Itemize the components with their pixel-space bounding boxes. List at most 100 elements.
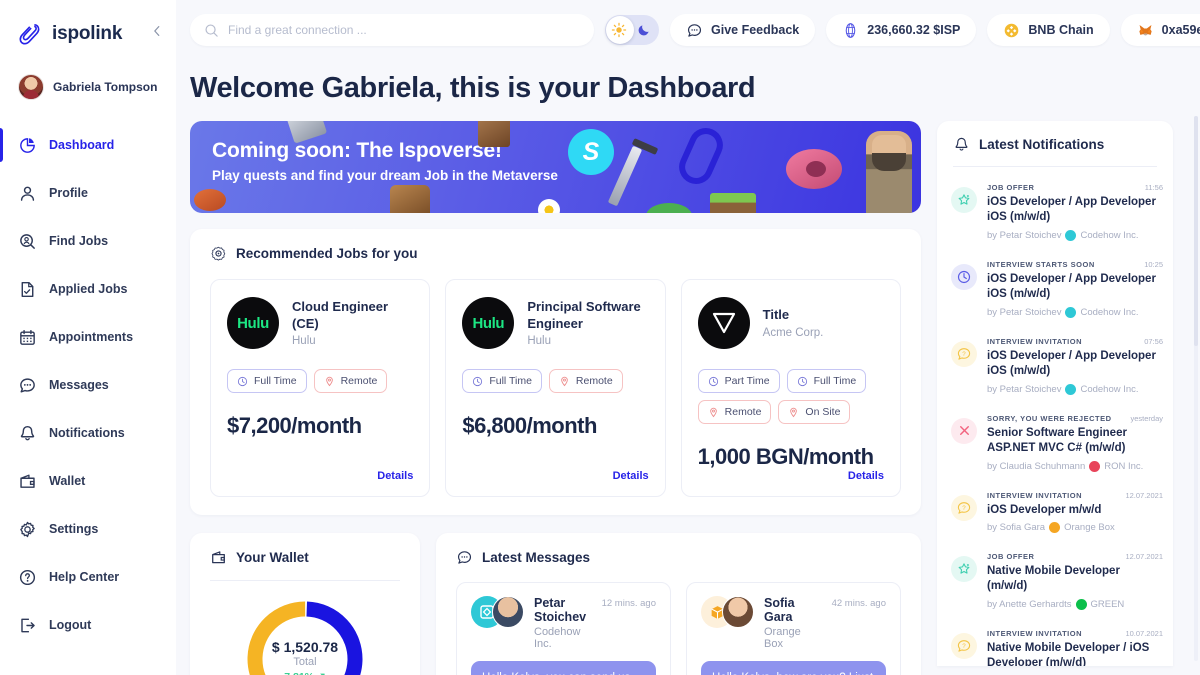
notification-author: by Sofia Gara: [987, 522, 1046, 534]
clock-icon: [708, 376, 718, 386]
wallet-address-chip[interactable]: 0xa59eE..F25a: [1120, 14, 1200, 46]
card-title: Latest Notifications: [979, 137, 1105, 152]
message-company: Codehow Inc.: [534, 626, 581, 650]
notification-item[interactable]: JOB OFFER 11:56 iOS Developer / App Deve…: [951, 173, 1163, 250]
notifications-scrollbar[interactable]: [1194, 116, 1198, 661]
chat-bubble-icon: [457, 551, 472, 564]
sidebar-item-label: Applied Jobs: [49, 282, 128, 296]
notification-company: RON Inc.: [1104, 460, 1144, 472]
sidebar-item-wallet[interactable]: Wallet: [0, 462, 176, 500]
notification-body: SORRY, YOU WERE REJECTED yesterday Senio…: [987, 414, 1163, 472]
sidebar-item-label: Messages: [49, 378, 109, 392]
network-chip[interactable]: BNB Chain: [987, 14, 1110, 46]
notification-head: INTERVIEW INVITATION 07:56: [987, 337, 1163, 346]
notification-item[interactable]: ? INTERVIEW INVITATION 10.07.2021 Native…: [951, 619, 1163, 666]
job-card[interactable]: Title Acme Corp. Part Time Full Time Rem…: [680, 279, 901, 497]
token-balance-chip[interactable]: 236,660.32 $ISP: [826, 14, 977, 46]
scrollbar-thumb[interactable]: [1194, 116, 1198, 346]
sidebar-item-profile[interactable]: Profile: [0, 174, 176, 212]
job-details-link[interactable]: Details: [848, 470, 884, 482]
sidebar-item-applied-jobs[interactable]: Applied Jobs: [0, 270, 176, 308]
job-title: Cloud Engineer (CE): [292, 299, 389, 331]
job-tag-label: Full Time: [489, 375, 532, 387]
target-badge-icon: [211, 246, 226, 261]
brand-name: ispolink: [52, 22, 123, 44]
notification-company: Codehow Inc.: [1080, 229, 1139, 241]
wallet-header: Your Wallet: [190, 533, 420, 566]
notification-title: iOS Developer / App Developer iOS (m/w/d…: [987, 349, 1156, 377]
job-card[interactable]: Hulu Cloud Engineer (CE) Hulu Full Time …: [210, 279, 431, 497]
banner-s-badge: S: [568, 129, 614, 175]
sidebar-collapse-button[interactable]: [148, 22, 166, 40]
message-card[interactable]: Sofia Gara Orange Box 42 mins. ago Hello…: [686, 582, 901, 675]
sidebar-item-appointments[interactable]: Appointments: [0, 318, 176, 356]
sidebar-item-find-jobs[interactable]: Find Jobs: [0, 222, 176, 260]
notification-item[interactable]: ? INTERVIEW INVITATION 12.07.2021 iOS De…: [951, 481, 1163, 543]
sidebar-user[interactable]: Gabriela Tompson: [0, 47, 176, 100]
job-header: Hulu Cloud Engineer (CE) Hulu: [227, 297, 413, 349]
message-avatars: [701, 596, 755, 628]
notification-by: by Petar Stoichev Codehow Inc.: [987, 383, 1163, 395]
company-badge-icon: [1065, 306, 1077, 318]
message-company: Orange Box: [764, 626, 801, 650]
notification-item[interactable]: JOB OFFER 12.07.2021 Native Mobile Devel…: [951, 542, 1163, 619]
ispoverse-banner[interactable]: S Coming soon: The Ispoverse! Play quest…: [190, 121, 921, 213]
notification-kind: SORRY, YOU WERE REJECTED: [987, 413, 1112, 423]
card-title: Latest Messages: [482, 550, 591, 565]
notification-company: GREEN: [1090, 599, 1125, 611]
map-pin-icon: [790, 407, 798, 417]
avatar: [18, 74, 44, 100]
clock-icon: [797, 376, 807, 386]
dashboard-app: ispolink Gabriela Tompson Dashboard Prof…: [0, 0, 1200, 675]
notification-author: by Claudia Schuhmann: [987, 460, 1086, 472]
left-column: S Coming soon: The Ispoverse! Play quest…: [190, 121, 921, 675]
messages-header: Latest Messages: [436, 533, 921, 566]
notification-body: INTERVIEW INVITATION 10.07.2021 Native M…: [987, 629, 1163, 666]
search-input[interactable]: [228, 23, 580, 37]
person-icon: [20, 186, 35, 201]
sidebar-item-dashboard[interactable]: Dashboard: [0, 126, 176, 164]
sidebar-item-logout[interactable]: Logout: [0, 606, 176, 644]
ispolink-token-icon: [845, 22, 856, 38]
search-bar[interactable]: [190, 14, 594, 46]
job-tags: Part Time Full Time Remote On Site: [697, 369, 884, 424]
give-feedback-button[interactable]: Give Feedback: [670, 14, 816, 46]
job-tag: Full Time: [462, 369, 542, 393]
message-bubble: Hello Kolya, how are you? I just wanted …: [701, 661, 886, 675]
topbar: Give Feedback 236,660.32 $ISP: [190, 14, 1200, 46]
notification-list: JOB OFFER 11:56 iOS Developer / App Deve…: [937, 167, 1173, 666]
notification-time: 10:25: [1144, 259, 1163, 269]
job-details-link[interactable]: Details: [613, 470, 649, 482]
content-row: S Coming soon: The Ispoverse! Play quest…: [190, 116, 1200, 675]
close-x-icon: [951, 417, 977, 444]
logout-icon: [21, 618, 35, 632]
sidebar-item-label: Wallet: [49, 474, 86, 488]
theme-toggle[interactable]: [605, 15, 659, 45]
notification-title: iOS Developer / App Developer iOS (m/w/d…: [987, 272, 1156, 300]
sidebar-item-help-center[interactable]: Help Center: [0, 558, 176, 596]
company-badge-icon: [1049, 522, 1061, 534]
sidebar-item-notifications[interactable]: Notifications: [0, 414, 176, 452]
job-details-link[interactable]: Details: [377, 470, 413, 482]
latest-messages-card: Latest Messages Petar Stoichev Codehow I…: [436, 533, 921, 675]
banner-object-flower: [538, 199, 560, 213]
search-icon: [205, 23, 218, 37]
job-card[interactable]: Hulu Principal Software Engineer Hulu Fu…: [445, 279, 666, 497]
chat-bubble-icon: [20, 377, 35, 392]
notification-title: Native Mobile Developer (m/w/d): [987, 565, 1120, 593]
notification-body: JOB OFFER 11:56 iOS Developer / App Deve…: [987, 183, 1163, 241]
sidebar-item-settings[interactable]: Settings: [0, 510, 176, 548]
sun-icon: [611, 22, 627, 38]
job-tags: Full Time Remote: [462, 369, 648, 393]
bell-icon: [20, 425, 35, 440]
notification-item[interactable]: ? INTERVIEW INVITATION 07:56 iOS Develop…: [951, 327, 1163, 404]
notification-item[interactable]: INTERVIEW STARTS SOON 10:25 iOS Develope…: [951, 250, 1163, 327]
sidebar-item-messages[interactable]: Messages: [0, 366, 176, 404]
message-card[interactable]: Petar Stoichev Codehow Inc. 12 mins. ago…: [456, 582, 671, 675]
job-company: Acme Corp.: [762, 326, 824, 339]
notification-by: by Petar Stoichev Codehow Inc.: [987, 306, 1163, 318]
map-pin-icon: [709, 407, 717, 417]
job-info: Title Acme Corp.: [763, 307, 824, 338]
notification-item[interactable]: SORRY, YOU WERE REJECTED yesterday Senio…: [951, 404, 1163, 481]
job-header: Title Acme Corp.: [697, 297, 884, 349]
